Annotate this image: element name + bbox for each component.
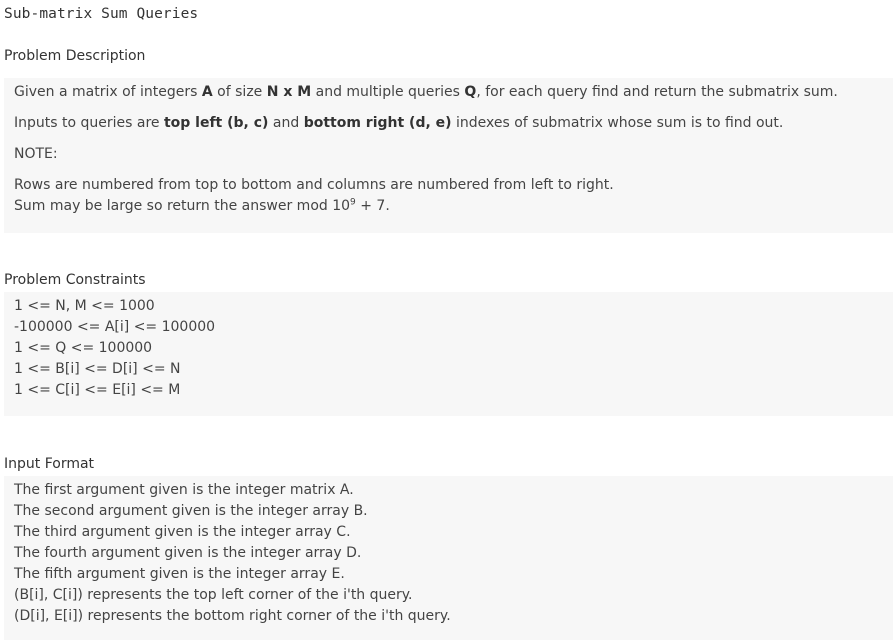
description-line-2: Inputs to queries are top left (b, c) an… [14,115,783,132]
input-format-line: The third argument given is the integer … [14,524,351,540]
constraint-line: -100000 <= A[i] <= 100000 [14,319,216,335]
input-format-line: The first argument given is the integer … [14,482,354,498]
description-line-1: Given a matrix of integers A of size N x… [14,84,838,101]
text: and [268,115,304,131]
bold-text: bottom right (d, e) [303,115,452,131]
bold-text: A [201,84,213,100]
bold-text: N x M [266,84,312,100]
input-format-line: The second argument given is the integer… [14,503,368,519]
input-format-panel: The first argument given is the integer … [4,476,893,640]
text: Inputs to queries are [14,115,164,131]
text: Given a matrix of integers [14,84,202,100]
text: indexes of submatrix whose sum is to fin… [451,115,784,131]
note-line-2: Sum may be large so return the answer mo… [14,198,390,215]
problem-constraints-panel: 1 <= N, M <= 1000 -100000 <= A[i] <= 100… [4,292,893,416]
input-format-line: (D[i], E[i]) represents the bottom right… [14,608,451,624]
problem-constraints-heading: Problem Constraints [4,272,146,288]
page-title: Sub-matrix Sum Queries [4,6,199,22]
constraint-line: 1 <= N, M <= 1000 [14,298,155,314]
problem-description-heading: Problem Description [4,48,146,64]
note-line-1: Rows are numbered from top to bottom and… [14,177,614,193]
input-format-heading: Input Format [4,456,95,472]
text: of size [212,84,267,100]
bold-text: top left (b, c) [163,115,269,131]
note-label: NOTE: [14,146,58,162]
problem-description-panel: Given a matrix of integers A of size N x… [4,78,893,233]
text: + 7. [355,198,390,214]
text: Sum may be large so return the answer mo… [14,198,351,214]
constraint-line: 1 <= Q <= 100000 [14,340,153,356]
constraint-line: 1 <= C[i] <= E[i] <= M [14,382,181,398]
input-format-line: The fourth argument given is the integer… [14,545,362,561]
constraint-line: 1 <= B[i] <= D[i] <= N [14,361,181,377]
text: and multiple queries [311,84,465,100]
bold-text: Q [464,84,477,100]
text: , for each query find and return the sub… [476,84,838,100]
input-format-line: (B[i], C[i]) represents the top left cor… [14,587,413,603]
input-format-line: The fifth argument given is the integer … [14,566,345,582]
